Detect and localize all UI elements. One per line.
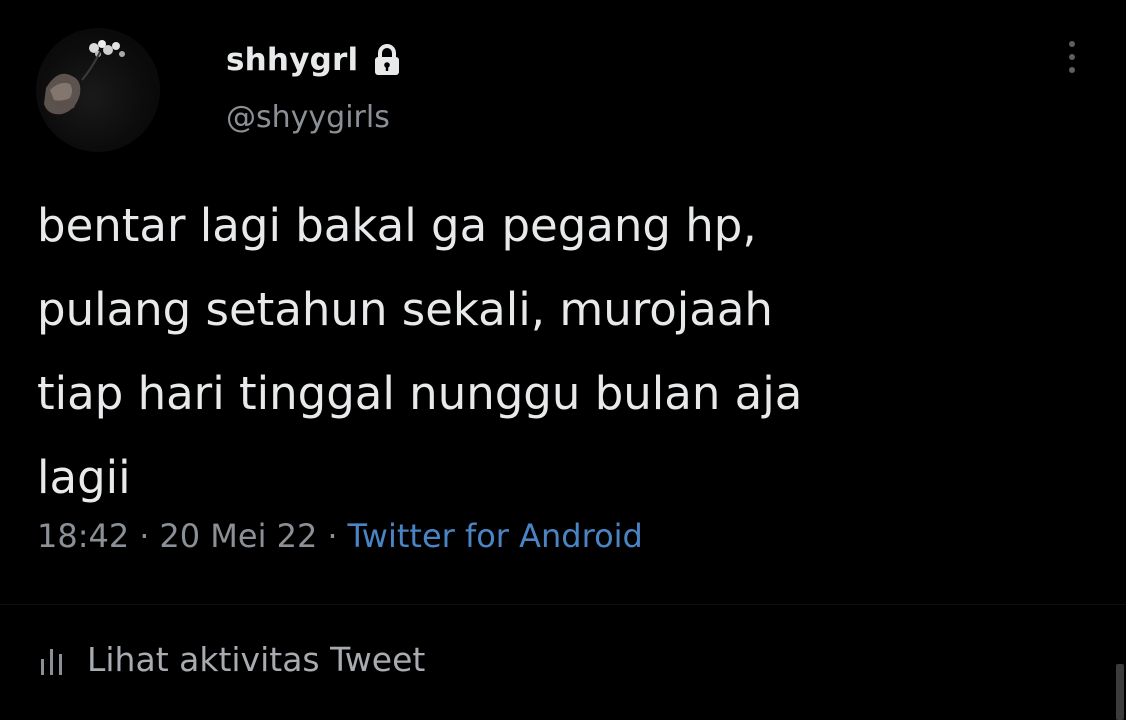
scrollbar-thumb[interactable] [1116,664,1124,720]
handle[interactable]: @shyygirls [226,100,390,135]
lock-icon [372,43,402,77]
view-activity-button[interactable]: Lihat aktivitas Tweet [37,640,425,679]
tweet-time[interactable]: 18:42 [37,517,129,555]
tweet-date[interactable]: 20 Mei 22 [159,517,317,555]
divider [0,604,1126,605]
meta-separator: · [327,517,338,555]
avatar-image [44,40,125,115]
author-row: shhygrl [226,36,402,84]
view-activity-label: Lihat aktivitas Tweet [87,640,426,679]
avatar[interactable] [36,28,160,152]
tweet-text-line: bentar lagi bakal ga pegang hp, [37,199,757,252]
bar-chart-icon [37,643,67,677]
tweet-source-link[interactable]: Twitter for Android [348,517,643,555]
tweet-meta: 18:42 · 20 Mei 22 · Twitter for Android [37,517,643,555]
more-vertical-icon[interactable] [1060,38,1084,78]
meta-separator: · [139,517,150,555]
tweet-text-line: pulang setahun sekali, murojaah [37,283,773,336]
tweet-text-line: tiap hari tinggal nunggu bulan aja [37,367,803,420]
tweet-text: bentar lagi bakal ga pegang hp, pulang s… [37,184,1037,520]
display-name[interactable]: shhygrl [226,42,358,78]
tweet-text-line: lagii [37,451,131,504]
tweet-detail: shhygrl @shyygirls bentar lagi bakal ga … [0,0,1126,720]
